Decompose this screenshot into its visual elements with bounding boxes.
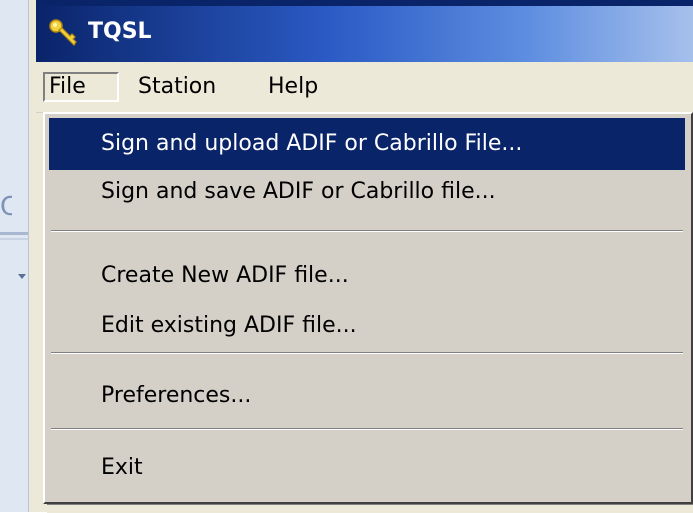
background-window-edge	[28, 0, 36, 512]
file-menu-dropdown: Sign and upload ADIF or Cabrillo File...…	[43, 112, 693, 504]
background-divider	[0, 232, 28, 235]
menu-bar: File Station Help	[36, 62, 693, 113]
menu-separator	[51, 428, 683, 430]
window-title: TQSL	[88, 19, 152, 44]
background-window-sliver: C	[0, 0, 36, 512]
background-divider	[0, 238, 28, 240]
menu-separator	[51, 352, 683, 354]
menu-separator	[51, 230, 683, 232]
menu-help[interactable]: Help	[264, 72, 322, 102]
menu-file[interactable]: File	[43, 72, 119, 102]
background-fragment: C	[0, 192, 12, 222]
menu-item-create-new-adif[interactable]: Create New ADIF file...	[49, 250, 685, 302]
menu-item-preferences[interactable]: Preferences...	[49, 370, 685, 422]
menu-item-edit-existing-adif[interactable]: Edit existing ADIF file...	[49, 300, 685, 352]
tqsl-window: TQSL File Station Help Sign and upload A…	[36, 0, 693, 513]
menu-item-sign-and-save[interactable]: Sign and save ADIF or Cabrillo file...	[49, 166, 685, 218]
menu-item-sign-and-upload[interactable]: Sign and upload ADIF or Cabrillo File...	[49, 118, 685, 170]
key-icon	[48, 16, 78, 48]
title-bar[interactable]: TQSL	[36, 0, 693, 62]
menu-item-exit[interactable]: Exit	[49, 442, 685, 494]
background-dropdown-arrow-icon	[18, 274, 26, 279]
menu-station[interactable]: Station	[134, 72, 220, 102]
